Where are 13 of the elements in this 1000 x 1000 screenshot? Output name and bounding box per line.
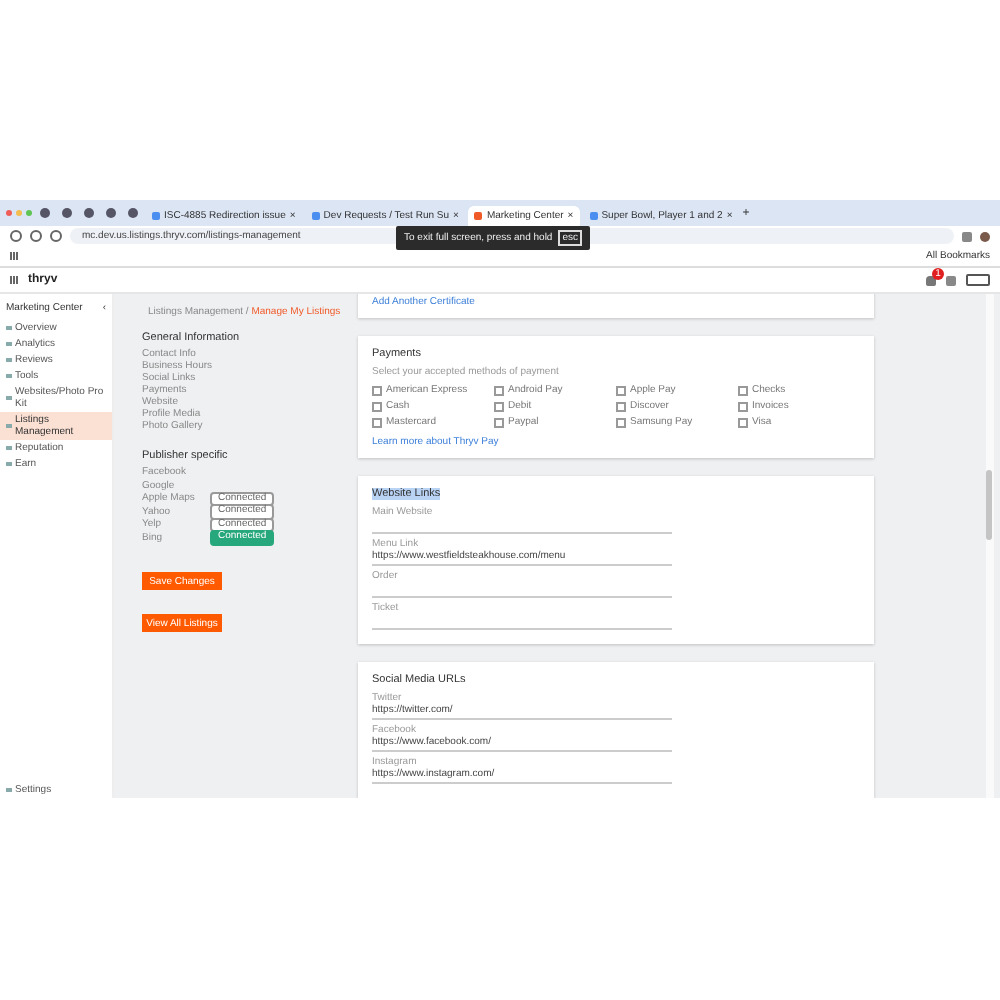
favicon-icon (474, 212, 483, 220)
favicon-icon (152, 212, 160, 220)
pinned-tab-icon[interactable] (84, 208, 94, 218)
apps-icon[interactable] (10, 252, 18, 260)
favicon-icon (311, 212, 320, 220)
pinned-tab-icon[interactable] (40, 208, 50, 218)
favicon-icon (589, 212, 598, 220)
pinned-tab-icon[interactable] (62, 208, 72, 218)
scrollbar-thumb[interactable] (986, 470, 992, 540)
pinned-tab-icon[interactable] (106, 208, 116, 218)
avatar-icon[interactable] (980, 231, 990, 241)
menu-icon[interactable] (10, 276, 18, 284)
pinned-tab-icon[interactable] (128, 208, 138, 218)
